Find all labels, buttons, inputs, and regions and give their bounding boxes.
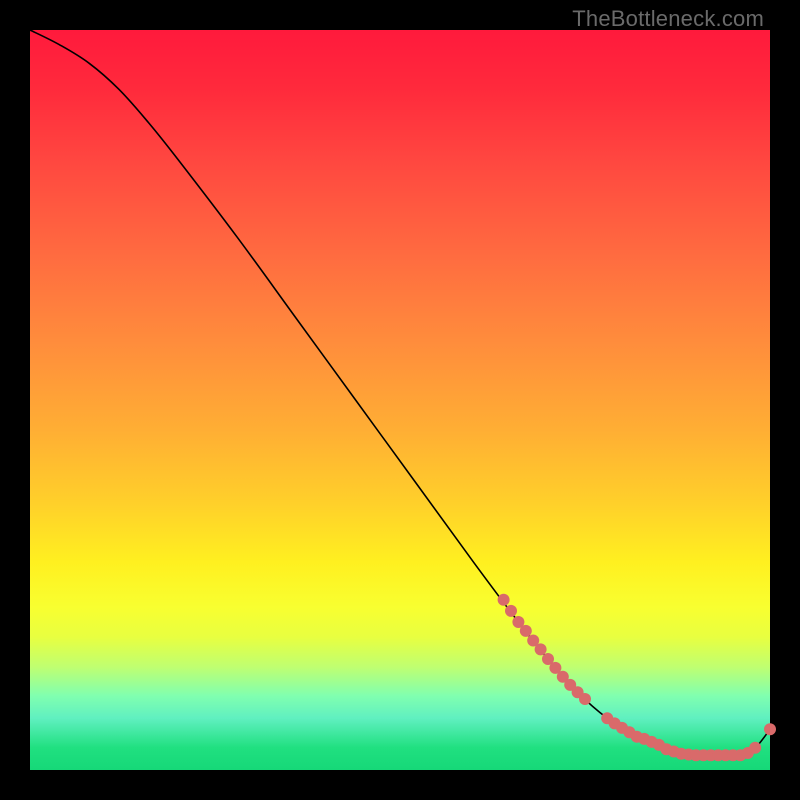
main-curve [30, 30, 770, 756]
marker-dot [520, 625, 532, 637]
marker-dot [579, 693, 591, 705]
marker-dot [505, 605, 517, 617]
plot-area [30, 30, 770, 770]
marker-dot [764, 723, 776, 735]
chart-wrapper: TheBottleneck.com [0, 0, 800, 800]
marker-dot [535, 643, 547, 655]
chart-svg [30, 30, 770, 770]
attribution-text: TheBottleneck.com [572, 6, 764, 32]
marker-dot [749, 742, 761, 754]
marker-points [498, 594, 776, 761]
marker-dot [498, 594, 510, 606]
